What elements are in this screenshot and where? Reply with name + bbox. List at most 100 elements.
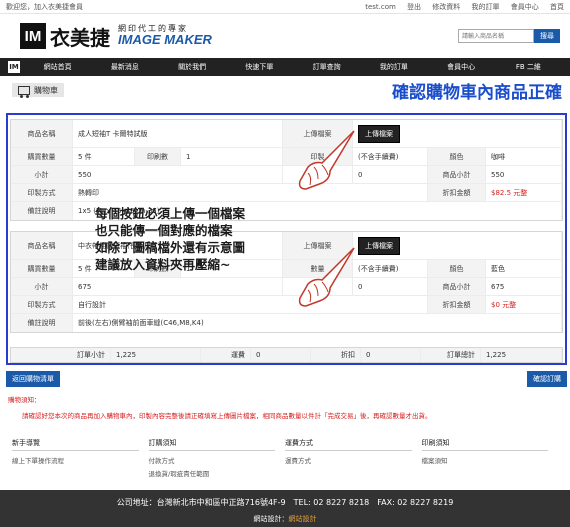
top-link[interactable]: 會員中心: [511, 3, 539, 11]
item-name: 成人短袖T 卡爾特試版: [73, 120, 283, 147]
footer-col: 印刷須知 檔案須知: [421, 438, 559, 481]
label: 訂單小計: [11, 348, 111, 362]
nav-item[interactable]: 訂單查詢: [293, 62, 360, 72]
print-method: 熱轉印: [73, 184, 428, 201]
notice-body: 請確認好您本次的商品再加入購物車內，印製內容完整後請正確填寫上傳圖片檔案，相同商…: [22, 412, 432, 420]
nav-item[interactable]: FB 二維: [495, 62, 562, 72]
extra: 0: [353, 278, 428, 295]
order-subtotal: 1,225: [111, 348, 201, 362]
label: 顏色: [428, 260, 486, 277]
nav-item[interactable]: 關於我們: [159, 62, 226, 72]
upload-instructions: 每個按鈕必須上傳一個檔案 也只能傳一個對應的檔案 如除了圖稿檔外還有示意圖 建議…: [95, 205, 245, 273]
footer-link[interactable]: 退換貨/瑕疵責任範圍: [149, 468, 286, 478]
goods: 675: [486, 278, 562, 295]
logo-mark: IM: [20, 23, 46, 49]
color: 藍色: [486, 260, 562, 277]
label: 小計: [11, 278, 73, 295]
back-button[interactable]: 返回購物清單: [6, 371, 60, 387]
cart-panel: 商品名稱 成人短袖T 卡爾特試版 上傳檔案 上傳檔案 購買數量 5 件 印刷數 …: [6, 113, 567, 365]
top-link[interactable]: test.com: [365, 3, 396, 11]
label: 小計: [11, 166, 73, 183]
instruction-line: 也只能傳一個對應的檔案: [95, 223, 233, 238]
footer-address: 公司地址：台灣新北市中和區中正路716號4F-9 TEL: 02 8227 82…: [116, 498, 454, 507]
main-nav: IM 網站首頁 最新消息 關於我們 快速下單 訂單查詢 我的訂單 會員中心 FB…: [0, 58, 570, 76]
search-input[interactable]: [458, 29, 534, 43]
footer-credit: 網站設計：網站設計: [0, 514, 570, 524]
footer-heading: 新手導覽: [12, 438, 139, 451]
cart-item: 商品名稱 成人短袖T 卡爾特試版 上傳檔案 上傳檔案 購買數量 5 件 印刷數 …: [10, 119, 563, 221]
order-total: 1,225: [481, 348, 562, 362]
pointing-hand-icon: [298, 130, 355, 190]
shipping: 0: [251, 348, 311, 362]
top-link[interactable]: 修改資料: [432, 3, 460, 11]
nav-item[interactable]: 最新消息: [91, 62, 158, 72]
label: 商品名稱: [11, 120, 73, 147]
footer-link[interactable]: 付款方式: [149, 455, 286, 465]
qty: 5 件: [73, 148, 135, 165]
label: 訂單總計: [421, 348, 481, 362]
label: 商品名稱: [11, 232, 73, 259]
discount: $0 元整: [486, 296, 562, 313]
credit-label: 網站設計：: [253, 515, 289, 523]
top-links: test.com 登出 修改資料 我的訂單 會員中心 首頁: [356, 2, 564, 12]
footer-link[interactable]: 線上下單操作流程: [12, 455, 149, 465]
order-totals: 訂單小計 1,225 運費 0 折扣 0 訂單總計 1,225: [10, 347, 563, 363]
label: 印製方式: [11, 184, 73, 201]
footer: 公司地址：台灣新北市中和區中正路716號4F-9 TEL: 02 8227 82…: [0, 490, 570, 527]
label: 折扣金額: [428, 184, 486, 201]
pointing-hand-icon: [298, 247, 355, 307]
nav-item[interactable]: 網站首頁: [24, 62, 91, 72]
subtotal: 675: [73, 278, 283, 295]
nav-item[interactable]: 快速下單: [226, 62, 293, 72]
credit-link[interactable]: 網站設計: [289, 515, 317, 523]
discount: $82.5 元整: [486, 184, 562, 201]
header: IM 衣美捷 網印代工的專家 IMAGE MAKER 搜尋: [0, 14, 570, 58]
logo[interactable]: IM 衣美捷 網印代工的專家 IMAGE MAKER: [20, 22, 212, 51]
cart-item: 商品名稱 中衣帶抽帽短袖(長版尺寸) 上傳檔案 上傳檔案 購買數量 5 件 印刷…: [10, 231, 563, 333]
label: 印刷數: [135, 148, 181, 165]
remark: 前後(左右)側臂袖前面車縫(C46,M8,K4): [73, 314, 562, 332]
label: 購買數量: [11, 260, 73, 277]
cart-label: 購物車: [12, 83, 64, 98]
instruction-line: 建議放入資料夾再壓縮~: [95, 257, 231, 272]
print-note: (不含手續費): [353, 260, 428, 277]
checkout-button[interactable]: 確認訂購: [527, 371, 567, 387]
greeting: 歡迎您，加入衣美捷會員: [6, 2, 83, 11]
upload-button[interactable]: 上傳檔案: [358, 124, 400, 143]
purchase-notice: 購物須知： 請確認好您本次的商品再加入購物車內，印製內容完整後請正確填寫上傳圖片…: [8, 394, 563, 420]
instruction-line: 每個按鈕必須上傳一個檔案: [95, 206, 246, 221]
logo-tagline: 網印代工的專家 IMAGE MAKER: [118, 24, 212, 48]
search-button[interactable]: 搜尋: [534, 29, 560, 43]
annotation-title: 確認購物車內商品正確: [392, 82, 562, 103]
label: 商品小計: [428, 278, 486, 295]
goods: 550: [486, 166, 562, 183]
top-link[interactable]: 我的訂單: [472, 3, 500, 11]
label: 運費: [201, 348, 251, 362]
print-note: (不含手續費): [353, 148, 428, 165]
label: 備註說明: [11, 314, 73, 332]
footer-link[interactable]: 運費方式: [285, 455, 422, 465]
label: 折扣金額: [428, 296, 486, 313]
label: 折扣: [311, 348, 361, 362]
footer-heading: 訂購須知: [148, 438, 275, 451]
instruction-line: 如除了圖稿檔外還有示意圖: [95, 240, 246, 255]
logo-en: IMAGE MAKER: [118, 32, 212, 48]
nav-item[interactable]: 我的訂單: [360, 62, 427, 72]
nav-item[interactable]: 會員中心: [428, 62, 495, 72]
cart-title: 購物車: [34, 85, 58, 95]
top-link[interactable]: 登出: [407, 3, 421, 11]
print-method: 自行設計: [73, 296, 428, 313]
search: 搜尋: [458, 29, 560, 43]
label: 購買數量: [11, 148, 73, 165]
top-link[interactable]: 首頁: [550, 3, 564, 11]
label: 備註說明: [11, 202, 73, 220]
footer-col: 運費方式 運費方式: [285, 438, 422, 481]
footer-link[interactable]: 檔案須知: [422, 455, 559, 465]
notice-title: 購物須知：: [8, 396, 41, 404]
top-bar: 歡迎您，加入衣美捷會員 test.com 登出 修改資料 我的訂單 會員中心 首…: [0, 0, 570, 14]
footer-links: 新手導覽 線上下單操作流程 訂購須知 付款方式 退換貨/瑕疵責任範圍 運費方式 …: [0, 438, 570, 481]
cart-actions: 返回購物清單 確認訂購: [6, 371, 567, 387]
home-icon[interactable]: IM: [8, 61, 20, 73]
footer-heading: 運費方式: [285, 438, 412, 451]
upload-button[interactable]: 上傳檔案: [358, 236, 400, 255]
